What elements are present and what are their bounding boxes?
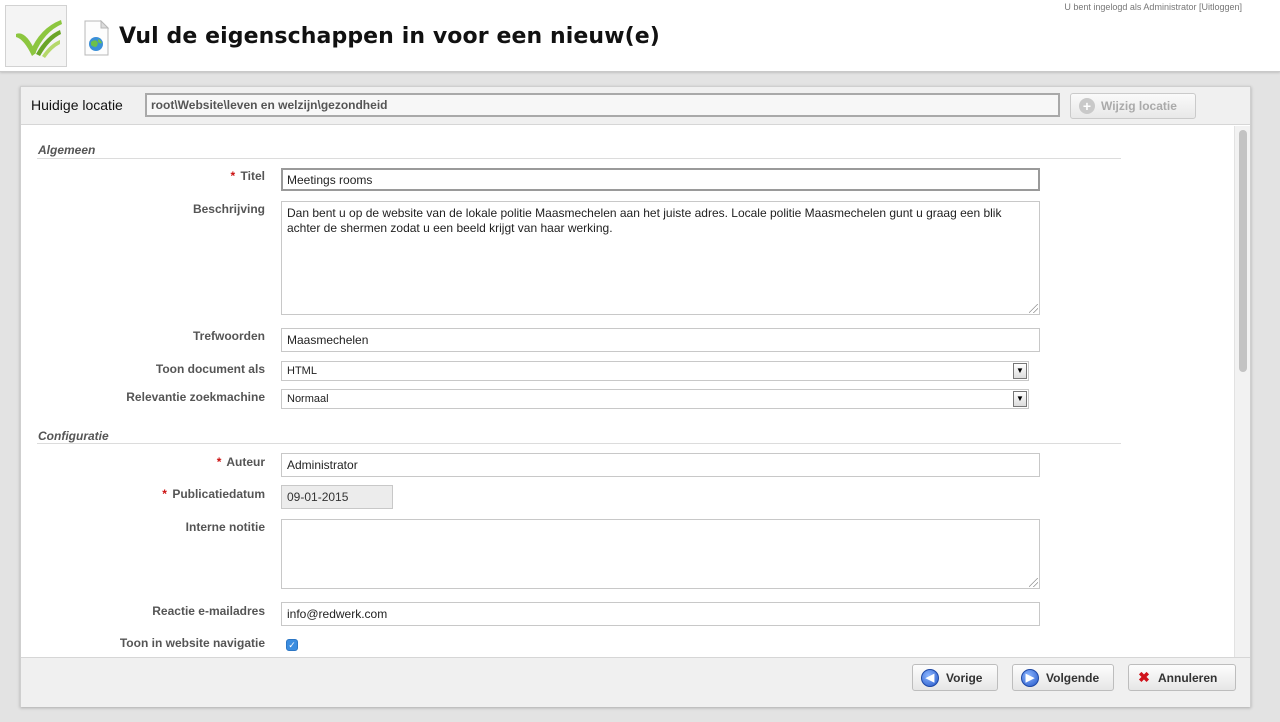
location-path-field: root\Website\leven en welzijn\gezondheid xyxy=(145,93,1060,117)
login-status-text: U bent ingelogd als Administrator xyxy=(1064,2,1197,12)
cancel-label: Annuleren xyxy=(1158,670,1218,685)
description-text: Dan bent u op de website van de lokale p… xyxy=(287,206,1002,235)
wizard-footer: ◀ Vorige ▶ Volgende ✖ Annuleren xyxy=(21,657,1250,707)
keywords-input[interactable]: Maasmechelen xyxy=(281,328,1040,352)
required-marker: * xyxy=(230,169,236,183)
resize-handle-icon[interactable] xyxy=(1029,304,1038,313)
previous-button[interactable]: ◀ Vorige xyxy=(912,664,998,691)
change-location-label: Wijzig locatie xyxy=(1101,99,1177,113)
nav-checkbox[interactable]: ✓ xyxy=(286,639,298,651)
pubdate-label: * Publicatiedatum xyxy=(162,487,265,501)
required-marker: * xyxy=(162,487,167,501)
section-divider xyxy=(37,158,1121,159)
show-as-label: Toon document als xyxy=(155,362,265,376)
dropdown-arrow-icon[interactable]: ▼ xyxy=(1013,363,1027,379)
dropdown-arrow-icon[interactable]: ▼ xyxy=(1013,391,1027,407)
relevance-select[interactable]: Normaal ▼ xyxy=(281,389,1029,409)
author-label: * Auteur xyxy=(216,455,265,469)
document-globe-icon xyxy=(84,20,110,56)
show-as-value: HTML xyxy=(287,365,317,377)
logout-link[interactable]: [Uitloggen] xyxy=(1199,2,1242,12)
next-label: Volgende xyxy=(1046,670,1100,685)
scrollbar-thumb[interactable] xyxy=(1239,130,1247,372)
arrow-right-circle-icon: ▶ xyxy=(1021,668,1039,687)
show-as-select[interactable]: HTML ▼ xyxy=(281,361,1029,381)
previous-label: Vorige xyxy=(946,670,983,685)
note-textarea[interactable] xyxy=(281,519,1040,589)
description-textarea[interactable]: Dan bent u op de website van de lokale p… xyxy=(281,201,1040,315)
keywords-label: Trefwoorden xyxy=(192,329,265,343)
email-input[interactable]: info@redwerk.com xyxy=(281,602,1040,626)
email-label: Reactie e-mailadres xyxy=(152,604,265,618)
required-marker: * xyxy=(216,455,222,469)
section-title-config: Configuratie xyxy=(38,429,109,443)
form-scroll-area: Algemeen * Titel Meetings rooms Beschrij… xyxy=(21,126,1234,657)
relevance-label: Relevantie zoekmachine xyxy=(126,390,265,404)
pubdate-input[interactable]: 09-01-2015 xyxy=(281,485,393,509)
login-info: U bent ingelogd als Administrator [Uitlo… xyxy=(1064,2,1242,12)
app-header: Vul de eigenschappen in voor een nieuw(e… xyxy=(0,0,1280,72)
vertical-scrollbar[interactable] xyxy=(1234,126,1250,657)
section-divider xyxy=(37,443,1121,444)
brand-logo-icon xyxy=(16,20,62,58)
location-bar: Huidige locatie root\Website\leven en we… xyxy=(21,87,1250,125)
brand-logo[interactable] xyxy=(5,5,67,67)
nav-label: Toon in website navigatie xyxy=(119,636,265,650)
description-label: Beschrijving xyxy=(192,202,265,216)
properties-panel: Huidige locatie root\Website\leven en we… xyxy=(20,86,1251,707)
resize-handle-icon[interactable] xyxy=(1029,578,1038,587)
title-label: * Titel xyxy=(230,169,265,183)
next-button[interactable]: ▶ Volgende xyxy=(1012,664,1114,691)
location-label: Huidige locatie xyxy=(31,97,123,113)
title-input[interactable]: Meetings rooms xyxy=(281,168,1040,191)
change-location-button[interactable]: + Wijzig locatie xyxy=(1070,93,1196,119)
cancel-button[interactable]: ✖ Annuleren xyxy=(1128,664,1236,691)
page-title: Vul de eigenschappen in voor een nieuw(e… xyxy=(119,24,660,49)
close-x-icon: ✖ xyxy=(1138,669,1150,685)
section-title-general: Algemeen xyxy=(38,143,96,157)
author-input[interactable]: Administrator xyxy=(281,453,1040,477)
note-label: Interne notitie xyxy=(185,520,265,534)
relevance-value: Normaal xyxy=(287,393,329,405)
arrow-left-circle-icon: ◀ xyxy=(921,668,939,687)
plus-circle-icon: + xyxy=(1079,98,1095,114)
